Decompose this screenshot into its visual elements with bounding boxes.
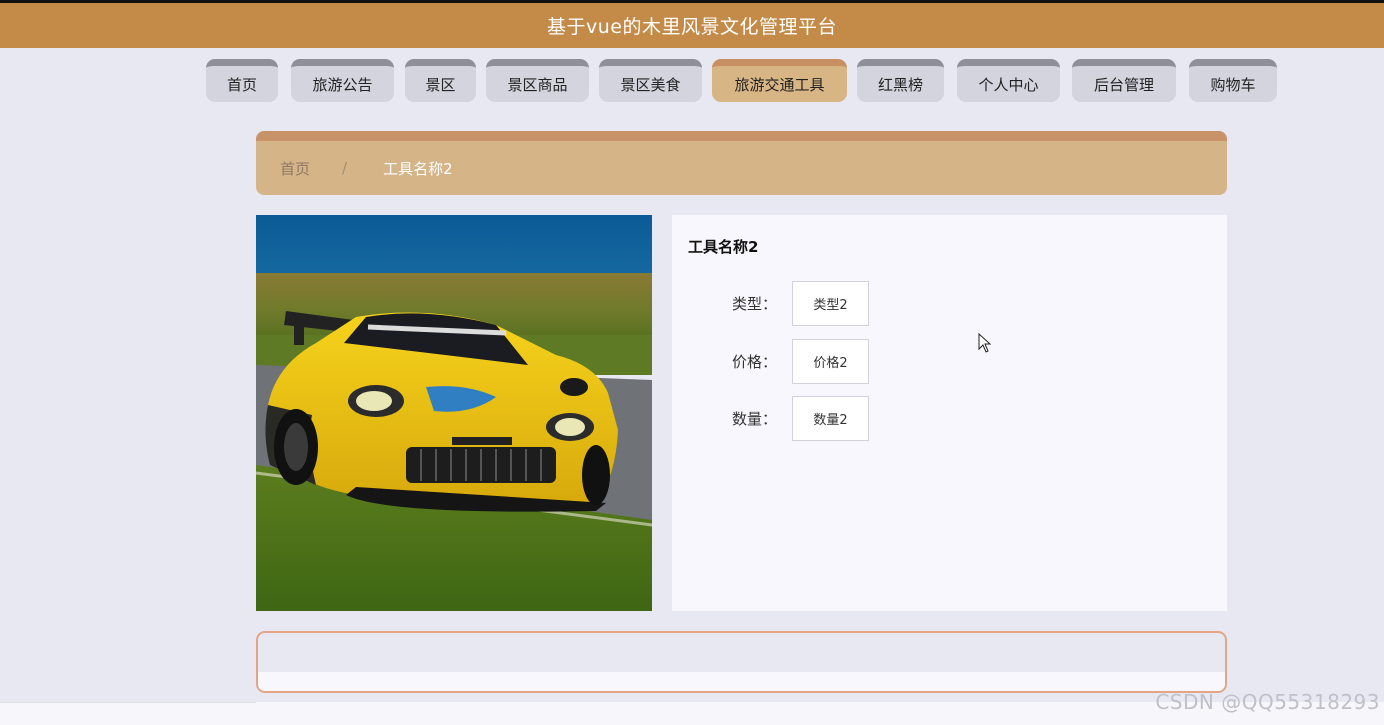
detail-title: 工具名称2 [688, 238, 759, 256]
field-type-label: 类型： [732, 295, 778, 313]
mouse-cursor-icon [978, 333, 992, 353]
breadcrumb-current: 工具名称2 [383, 159, 453, 178]
nav-item-admin[interactable]: 后台管理 [1072, 59, 1176, 102]
field-type-row: 类型： 类型2 [672, 281, 1072, 327]
bottom-content-panel [256, 631, 1227, 693]
field-quantity-label: 数量： [732, 410, 778, 428]
nav-item-scenic-spots[interactable]: 景区 [405, 59, 476, 102]
watermark: CSDN @QQ55318293 [1155, 690, 1380, 714]
footer-divider [0, 702, 256, 703]
nav-item-home[interactable]: 首页 [206, 59, 278, 102]
product-image [256, 215, 652, 611]
field-price-value: 价格2 [792, 339, 869, 384]
bottom-panel-strip [258, 672, 1225, 691]
nav-item-announcements[interactable]: 旅游公告 [291, 59, 394, 102]
race-car-image [256, 215, 652, 611]
detail-panel: 工具名称2 类型： 类型2 价格： 价格2 数量： 数量2 [672, 215, 1227, 611]
field-quantity-row: 数量： 数量2 [672, 396, 1072, 442]
nav-item-cart[interactable]: 购物车 [1189, 59, 1277, 102]
field-quantity-value: 数量2 [792, 396, 869, 441]
nav-item-food[interactable]: 景区美食 [599, 59, 702, 102]
breadcrumb: 首页 / 工具名称2 [256, 131, 1227, 195]
breadcrumb-separator: / [342, 159, 348, 177]
top-header-bar: 基于vue的木里风景文化管理平台 [0, 0, 1384, 48]
field-price-label: 价格： [732, 353, 778, 371]
field-type-value: 类型2 [792, 281, 869, 326]
site-title: 基于vue的木里风景文化管理平台 [547, 16, 837, 38]
nav-item-products[interactable]: 景区商品 [486, 59, 589, 102]
nav-item-ranking[interactable]: 红黑榜 [857, 59, 944, 102]
main-nav: 首页 旅游公告 景区 景区商品 景区美食 旅游交通工具 红黑榜 个人中心 后台管… [0, 59, 1384, 103]
nav-item-profile[interactable]: 个人中心 [957, 59, 1060, 102]
breadcrumb-home-link[interactable]: 首页 [280, 158, 310, 179]
nav-item-transport[interactable]: 旅游交通工具 [712, 59, 847, 102]
field-price-row: 价格： 价格2 [672, 339, 1072, 385]
